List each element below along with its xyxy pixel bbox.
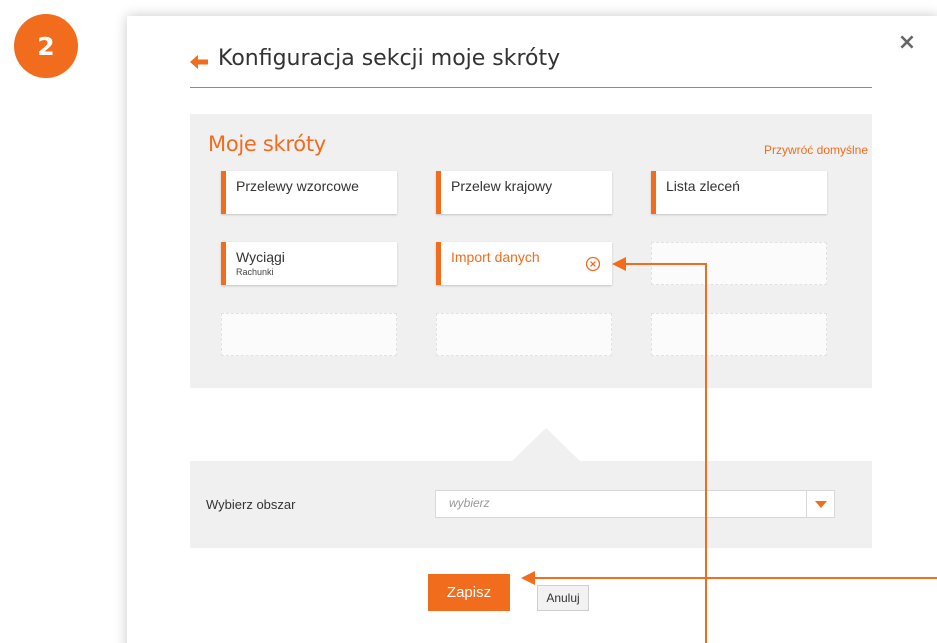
- area-select-panel: Wybierz obszar wybierz: [190, 461, 872, 548]
- area-select-value: wybierz: [449, 496, 490, 510]
- shortcut-tile-wyciagi[interactable]: Wyciągi Rachunki: [221, 242, 397, 285]
- area-select-label: Wybierz obszar: [206, 497, 296, 512]
- shortcut-tile-import-danych[interactable]: Import danych: [436, 242, 612, 285]
- empty-shortcut-slot[interactable]: [221, 313, 397, 356]
- shortcut-tile-label: Wyciągi: [236, 249, 285, 265]
- shortcut-tile-label: Import danych: [451, 249, 540, 265]
- shortcut-tile-sublabel: Rachunki: [236, 267, 274, 277]
- restore-defaults-link[interactable]: Przywróć domyślne: [764, 143, 868, 157]
- empty-shortcut-slot[interactable]: [436, 313, 612, 356]
- shortcuts-section-title: Moje skróty: [208, 132, 326, 156]
- chevron-down-icon: [815, 501, 827, 508]
- shortcut-tile-label: Lista zleceń: [666, 178, 740, 194]
- back-arrow-icon[interactable]: [190, 55, 208, 69]
- empty-shortcut-slot[interactable]: [651, 242, 827, 285]
- my-shortcuts-panel: Moje skróty Przywróć domyślne Przelewy w…: [190, 114, 872, 388]
- shortcut-tile-label: Przelewy wzorcowe: [236, 178, 359, 194]
- save-button[interactable]: Zapisz: [428, 574, 510, 611]
- area-select-dropdown[interactable]: wybierz: [435, 490, 835, 518]
- close-icon[interactable]: ×: [896, 32, 918, 54]
- page-title: Konfiguracja sekcji moje skróty: [218, 46, 561, 71]
- remove-shortcut-icon[interactable]: [585, 256, 601, 272]
- step-number-badge: 2: [14, 14, 78, 78]
- select-panel-pointer: [512, 428, 580, 461]
- cancel-button[interactable]: Anuluj: [537, 585, 589, 611]
- shortcut-tile-przelew-krajowy[interactable]: Przelew krajowy: [436, 171, 612, 214]
- dropdown-toggle[interactable]: [806, 491, 834, 517]
- shortcut-tile-label: Przelew krajowy: [451, 178, 553, 194]
- modal-header: Konfiguracja sekcji moje skróty: [190, 42, 872, 88]
- shortcut-tile-lista-zlecen[interactable]: Lista zleceń: [651, 171, 827, 214]
- empty-shortcut-slot[interactable]: [651, 313, 827, 356]
- shortcut-tile-przelewy-wzorcowe[interactable]: Przelewy wzorcowe: [221, 171, 397, 214]
